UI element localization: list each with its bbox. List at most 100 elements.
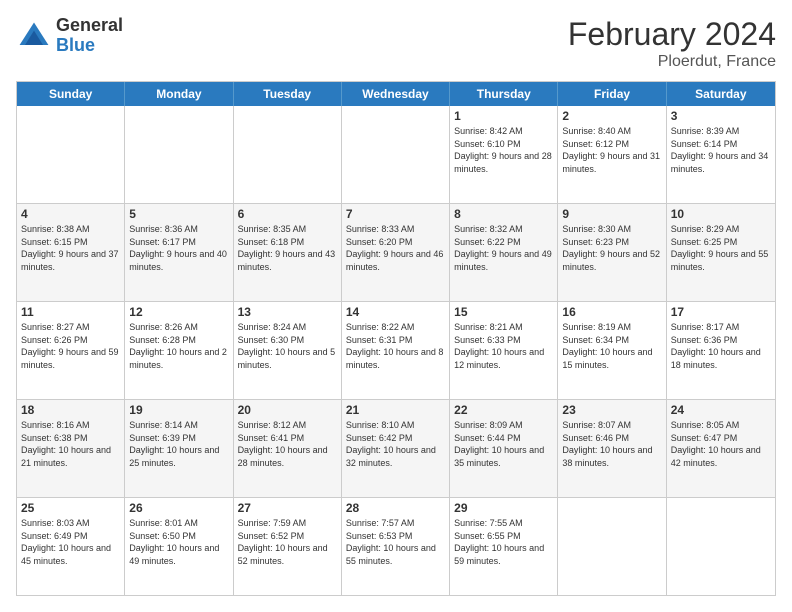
day-number: 13	[238, 305, 337, 319]
day-number: 21	[346, 403, 445, 417]
day-info: Sunrise: 8:19 AM Sunset: 6:34 PM Dayligh…	[562, 321, 661, 371]
day-info: Sunrise: 7:57 AM Sunset: 6:53 PM Dayligh…	[346, 517, 445, 567]
calendar-cell: 4 Sunrise: 8:38 AM Sunset: 6:15 PM Daylig…	[17, 204, 125, 301]
day-info: Sunrise: 8:29 AM Sunset: 6:25 PM Dayligh…	[671, 223, 771, 273]
day-number: 3	[671, 109, 771, 123]
calendar-cell: 17Sunrise: 8:17 AM Sunset: 6:36 PM Dayli…	[667, 302, 775, 399]
day-number: 18	[21, 403, 120, 417]
day-number: 24	[671, 403, 771, 417]
calendar-cell: 13 Sunrise: 8:24 AM Sunset: 6:30 PM Dayli…	[234, 302, 342, 399]
calendar-row: 25Sunrise: 8:03 AM Sunset: 6:49 PM Dayli…	[17, 498, 775, 595]
day-number: 27	[238, 501, 337, 515]
calendar-cell: 28 Sunrise: 7:57 AM Sunset: 6:53 PM Dayli…	[342, 498, 450, 595]
calendar-cell: 14 Sunrise: 8:22 AM Sunset: 6:31 PM Dayli…	[342, 302, 450, 399]
calendar-cell	[558, 498, 666, 595]
day-number: 16	[562, 305, 661, 319]
calendar-cell: 6 Sunrise: 8:35 AM Sunset: 6:18 PM Daylig…	[234, 204, 342, 301]
calendar-cell: 22 Sunrise: 8:09 AM Sunset: 6:44 PM Dayli…	[450, 400, 558, 497]
day-info: Sunrise: 8:07 AM Sunset: 6:46 PM Dayligh…	[562, 419, 661, 469]
day-info: Sunrise: 8:10 AM Sunset: 6:42 PM Dayligh…	[346, 419, 445, 469]
calendar-body: 1 Sunrise: 8:42 AM Sunset: 6:10 PM Daylig…	[17, 106, 775, 595]
weekday-header: Tuesday	[234, 82, 342, 106]
weekday-header: Monday	[125, 82, 233, 106]
day-info: Sunrise: 8:38 AM Sunset: 6:15 PM Dayligh…	[21, 223, 120, 273]
calendar-cell: 19Sunrise: 8:14 AM Sunset: 6:39 PM Dayli…	[125, 400, 233, 497]
day-number: 11	[21, 305, 120, 319]
calendar-cell: 16 Sunrise: 8:19 AM Sunset: 6:34 PM Dayli…	[558, 302, 666, 399]
calendar-cell: 24 Sunrise: 8:05 AM Sunset: 6:47 PM Dayli…	[667, 400, 775, 497]
day-number: 23	[562, 403, 661, 417]
day-number: 14	[346, 305, 445, 319]
day-info: Sunrise: 8:35 AM Sunset: 6:18 PM Dayligh…	[238, 223, 337, 273]
day-info: Sunrise: 8:16 AM Sunset: 6:38 PM Dayligh…	[21, 419, 120, 469]
calendar-row: 1 Sunrise: 8:42 AM Sunset: 6:10 PM Daylig…	[17, 106, 775, 204]
calendar-cell: 2 Sunrise: 8:40 AM Sunset: 6:12 PM Daylig…	[558, 106, 666, 203]
day-info: Sunrise: 7:55 AM Sunset: 6:55 PM Dayligh…	[454, 517, 553, 567]
weekday-header: Saturday	[667, 82, 775, 106]
day-info: Sunrise: 8:21 AM Sunset: 6:33 PM Dayligh…	[454, 321, 553, 371]
day-number: 1	[454, 109, 553, 123]
calendar-cell	[17, 106, 125, 203]
day-info: Sunrise: 8:22 AM Sunset: 6:31 PM Dayligh…	[346, 321, 445, 371]
weekday-header: Friday	[558, 82, 666, 106]
day-info: Sunrise: 8:27 AM Sunset: 6:26 PM Dayligh…	[21, 321, 120, 371]
day-info: Sunrise: 8:26 AM Sunset: 6:28 PM Dayligh…	[129, 321, 228, 371]
day-info: Sunrise: 7:59 AM Sunset: 6:52 PM Dayligh…	[238, 517, 337, 567]
calendar-cell: 23 Sunrise: 8:07 AM Sunset: 6:46 PM Dayli…	[558, 400, 666, 497]
day-info: Sunrise: 8:12 AM Sunset: 6:41 PM Dayligh…	[238, 419, 337, 469]
calendar-cell: 9Sunrise: 8:30 AM Sunset: 6:23 PM Daylig…	[558, 204, 666, 301]
day-number: 10	[671, 207, 771, 221]
day-info: Sunrise: 8:40 AM Sunset: 6:12 PM Dayligh…	[562, 125, 661, 175]
calendar-cell	[234, 106, 342, 203]
day-number: 22	[454, 403, 553, 417]
day-number: 20	[238, 403, 337, 417]
day-number: 28	[346, 501, 445, 515]
day-number: 8	[454, 207, 553, 221]
day-info: Sunrise: 8:09 AM Sunset: 6:44 PM Dayligh…	[454, 419, 553, 469]
calendar-cell: 18 Sunrise: 8:16 AM Sunset: 6:38 PM Dayli…	[17, 400, 125, 497]
calendar-cell: 26Sunrise: 8:01 AM Sunset: 6:50 PM Dayli…	[125, 498, 233, 595]
calendar-row: 11 Sunrise: 8:27 AM Sunset: 6:26 PM Dayli…	[17, 302, 775, 400]
calendar-cell: 5 Sunrise: 8:36 AM Sunset: 6:17 PM Daylig…	[125, 204, 233, 301]
day-info: Sunrise: 8:42 AM Sunset: 6:10 PM Dayligh…	[454, 125, 553, 175]
calendar-cell: 25Sunrise: 8:03 AM Sunset: 6:49 PM Dayli…	[17, 498, 125, 595]
day-number: 9	[562, 207, 661, 221]
page: General Blue February 2024 Ploerdut, Fra…	[0, 0, 792, 612]
day-info: Sunrise: 8:36 AM Sunset: 6:17 PM Dayligh…	[129, 223, 228, 273]
logo-blue-text: Blue	[56, 36, 123, 56]
title-block: February 2024 Ploerdut, France	[568, 16, 776, 71]
day-info: Sunrise: 8:14 AM Sunset: 6:39 PM Dayligh…	[129, 419, 228, 469]
calendar-cell: 29 Sunrise: 7:55 AM Sunset: 6:55 PM Dayli…	[450, 498, 558, 595]
calendar-cell: 21 Sunrise: 8:10 AM Sunset: 6:42 PM Dayli…	[342, 400, 450, 497]
calendar-row: 4 Sunrise: 8:38 AM Sunset: 6:15 PM Daylig…	[17, 204, 775, 302]
day-number: 12	[129, 305, 228, 319]
calendar-title: February 2024	[568, 16, 776, 53]
day-info: Sunrise: 8:33 AM Sunset: 6:20 PM Dayligh…	[346, 223, 445, 273]
day-number: 4	[21, 207, 120, 221]
day-number: 6	[238, 207, 337, 221]
weekday-header: Wednesday	[342, 82, 450, 106]
header: General Blue February 2024 Ploerdut, Fra…	[16, 16, 776, 71]
day-number: 25	[21, 501, 120, 515]
calendar-cell: 8Sunrise: 8:32 AM Sunset: 6:22 PM Daylig…	[450, 204, 558, 301]
day-info: Sunrise: 8:39 AM Sunset: 6:14 PM Dayligh…	[671, 125, 771, 175]
day-number: 29	[454, 501, 553, 515]
calendar-subtitle: Ploerdut, France	[568, 53, 776, 71]
calendar-cell	[342, 106, 450, 203]
calendar-cell: 15Sunrise: 8:21 AM Sunset: 6:33 PM Dayli…	[450, 302, 558, 399]
calendar-cell: 12 Sunrise: 8:26 AM Sunset: 6:28 PM Dayli…	[125, 302, 233, 399]
calendar-cell: 1 Sunrise: 8:42 AM Sunset: 6:10 PM Daylig…	[450, 106, 558, 203]
day-info: Sunrise: 8:24 AM Sunset: 6:30 PM Dayligh…	[238, 321, 337, 371]
calendar-cell: 7Sunrise: 8:33 AM Sunset: 6:20 PM Daylig…	[342, 204, 450, 301]
day-number: 5	[129, 207, 228, 221]
day-number: 26	[129, 501, 228, 515]
logo-icon	[16, 18, 52, 54]
calendar-header: SundayMondayTuesdayWednesdayThursdayFrid…	[17, 82, 775, 106]
calendar-cell: 3 Sunrise: 8:39 AM Sunset: 6:14 PM Daylig…	[667, 106, 775, 203]
weekday-header: Thursday	[450, 82, 558, 106]
day-number: 2	[562, 109, 661, 123]
day-number: 17	[671, 305, 771, 319]
calendar-cell	[125, 106, 233, 203]
calendar-cell: 10 Sunrise: 8:29 AM Sunset: 6:25 PM Dayli…	[667, 204, 775, 301]
day-info: Sunrise: 8:05 AM Sunset: 6:47 PM Dayligh…	[671, 419, 771, 469]
